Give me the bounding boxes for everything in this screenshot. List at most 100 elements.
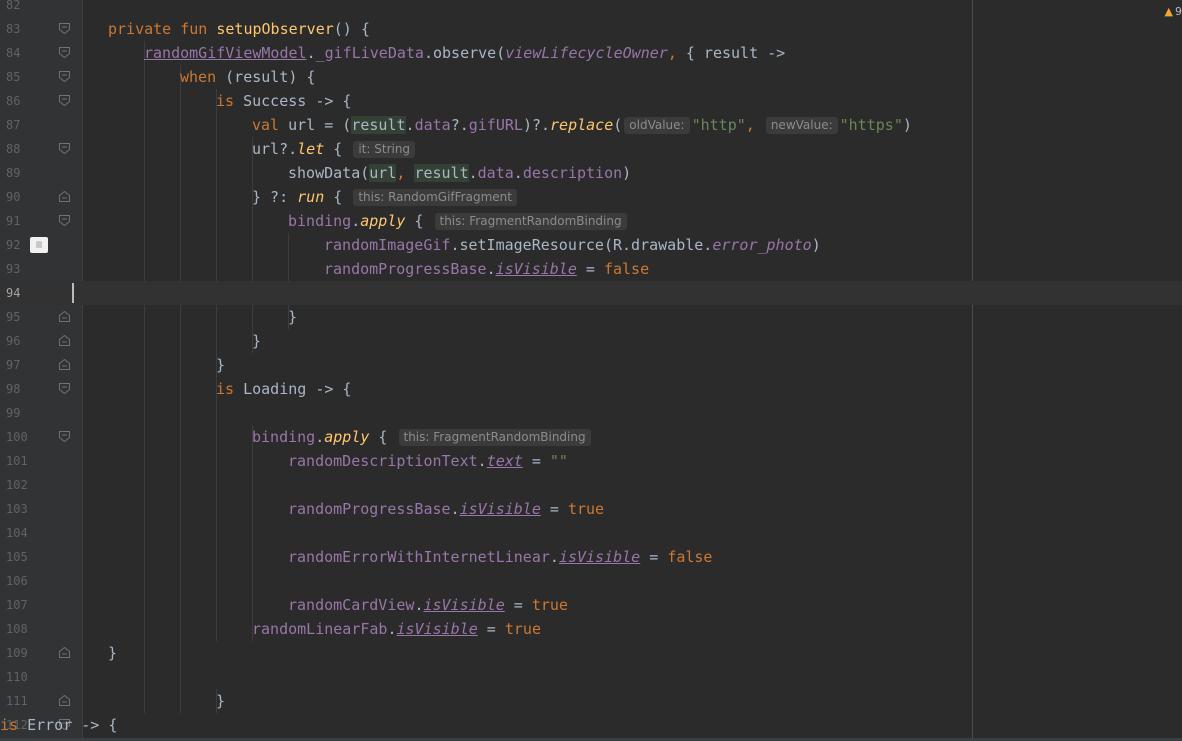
code-line[interactable]: 109} xyxy=(0,641,1182,665)
code-text: private fun setupObserver() { xyxy=(108,17,370,41)
inlay-hint[interactable]: this: FragmentRandomBinding xyxy=(398,429,591,446)
code-token: url = ( xyxy=(288,116,352,134)
code-editor[interactable]: 82 83 private fun setupObserver() { 84 rando… xyxy=(0,0,1182,741)
code-line[interactable]: 96} xyxy=(0,329,1182,353)
fold-collapse-icon[interactable] xyxy=(59,431,70,442)
code-token: "https" xyxy=(839,116,903,134)
line-number: 93 xyxy=(6,262,21,276)
code-token: ( xyxy=(613,116,623,134)
code-line[interactable]: 104 xyxy=(0,521,1182,545)
code-line[interactable]: 108 randomLinearFab.isVisible = true xyxy=(0,617,1182,641)
inlay-hint[interactable]: oldValue: xyxy=(624,117,690,134)
code-token: ) xyxy=(902,116,912,134)
inlay-hint[interactable]: this: FragmentRandomBinding xyxy=(434,213,627,230)
code-text: } xyxy=(288,305,297,329)
code-token: run xyxy=(297,188,325,206)
code-token: . xyxy=(477,452,487,470)
fold-end-icon[interactable] xyxy=(59,359,70,370)
code-line[interactable]: 101 randomDescriptionText.text = "" xyxy=(0,449,1182,473)
code-line[interactable]: 98 is Loading -> { xyxy=(0,377,1182,401)
code-token: description xyxy=(522,164,623,182)
inlay-hint[interactable]: newValue: xyxy=(765,117,838,134)
line-number: 84 xyxy=(6,46,21,60)
code-token: } xyxy=(216,356,226,374)
code-line[interactable]: 106 xyxy=(0,569,1182,593)
code-text: randomCardView.isVisible = true xyxy=(288,593,568,617)
code-token: . xyxy=(468,164,478,182)
code-line[interactable]: 88 url?.let { it: String xyxy=(0,137,1182,161)
line-number: 108 xyxy=(6,622,28,636)
code-token: } xyxy=(108,644,118,662)
code-line[interactable]: 112 is Error -> { xyxy=(0,713,1182,737)
fold-end-icon[interactable] xyxy=(59,647,70,658)
code-token: } xyxy=(216,692,226,710)
code-line[interactable]: 111} xyxy=(0,689,1182,713)
code-line[interactable]: 82 xyxy=(0,0,1182,17)
code-text: randomImageGif.setImageResource(R.drawab… xyxy=(324,233,821,257)
code-line[interactable]: 93 randomProgressBase.isVisible = false xyxy=(0,257,1182,281)
code-token: } ?: xyxy=(252,188,298,206)
code-token: .setImageResource(R.drawable. xyxy=(450,236,713,254)
code-token: showData( xyxy=(288,164,370,182)
code-token: is xyxy=(0,716,28,734)
code-line[interactable]: 83 private fun setupObserver() { xyxy=(0,17,1182,41)
fold-end-icon[interactable] xyxy=(59,191,70,202)
code-text: } ?: run { this: RandomGifFragment xyxy=(252,185,519,209)
code-token: isVisible xyxy=(396,620,478,638)
code-token: = xyxy=(504,596,532,614)
code-text: is Loading -> { xyxy=(216,377,351,401)
code-line[interactable]: 107 randomCardView.isVisible = true xyxy=(0,593,1182,617)
code-token: randomGifViewModel xyxy=(144,44,307,62)
code-token: = xyxy=(522,452,550,470)
code-text: randomLinearFab.isVisible = true xyxy=(252,617,541,641)
code-line[interactable]: 85 when (result) { xyxy=(0,65,1182,89)
code-line[interactable]: 97} xyxy=(0,353,1182,377)
code-token: url?. xyxy=(252,140,298,158)
code-token: , xyxy=(396,164,415,182)
code-line[interactable]: 100 binding.apply { this: FragmentRandomB… xyxy=(0,425,1182,449)
fold-collapse-icon[interactable] xyxy=(59,71,70,82)
code-line[interactable]: 87 val url = (result.data?.gifURL)?.repla… xyxy=(0,113,1182,137)
fold-collapse-icon[interactable] xyxy=(59,47,70,58)
code-text: } xyxy=(216,689,225,713)
code-token: randomCardView xyxy=(288,596,415,614)
fold-collapse-icon[interactable] xyxy=(59,383,70,394)
code-line[interactable]: 95} xyxy=(0,305,1182,329)
code-token: true xyxy=(567,500,605,518)
code-line[interactable]: 105 randomErrorWithInternetLinear.isVisib… xyxy=(0,545,1182,569)
line-number: 105 xyxy=(6,550,28,564)
code-line[interactable]: 90} ?: run { this: RandomGifFragment xyxy=(0,185,1182,209)
line-number: 96 xyxy=(6,334,21,348)
fold-end-icon[interactable] xyxy=(59,311,70,322)
fold-collapse-icon[interactable] xyxy=(59,215,70,226)
code-line[interactable]: 92 randomImageGif.setImageResource(R.draw… xyxy=(0,233,1182,257)
inspection-widget[interactable]: ▲ 9 xyxy=(1165,5,1182,18)
code-token: . xyxy=(450,500,460,518)
code-line[interactable]: 91 binding.apply { this: FragmentRandomBi… xyxy=(0,209,1182,233)
fold-end-icon[interactable] xyxy=(59,695,70,706)
code-text: } xyxy=(216,353,225,377)
inlay-hint[interactable]: it: String xyxy=(353,141,416,158)
current-code-line[interactable]: 94 xyxy=(0,281,1182,305)
code-token: replace xyxy=(550,116,614,134)
inlay-hint[interactable]: this: RandomGifFragment xyxy=(353,189,517,206)
code-token: is xyxy=(216,380,244,398)
code-token: , xyxy=(745,116,764,134)
fold-collapse-icon[interactable] xyxy=(59,95,70,106)
gutter-marker-icon[interactable] xyxy=(30,237,48,253)
code-line[interactable]: 89 showData(url, result.data.description) xyxy=(0,161,1182,185)
code-line[interactable]: 103 randomProgressBase.isVisible = true xyxy=(0,497,1182,521)
fold-end-icon[interactable] xyxy=(59,335,70,346)
fold-collapse-icon[interactable] xyxy=(59,143,70,154)
code-token: text xyxy=(486,452,523,470)
code-line[interactable]: 99 xyxy=(0,401,1182,425)
code-token: false xyxy=(667,548,713,566)
code-line[interactable]: 84 randomGifViewModel._gifLiveData.observ… xyxy=(0,41,1182,65)
code-line[interactable]: 86 is Success -> { xyxy=(0,89,1182,113)
fold-collapse-icon[interactable] xyxy=(59,23,70,34)
code-text: randomErrorWithInternetLinear.isVisible … xyxy=(288,545,712,569)
code-token: when xyxy=(180,68,226,86)
code-line[interactable]: 102 xyxy=(0,473,1182,497)
code-line[interactable]: 110 xyxy=(0,665,1182,689)
code-token: . xyxy=(486,260,496,278)
